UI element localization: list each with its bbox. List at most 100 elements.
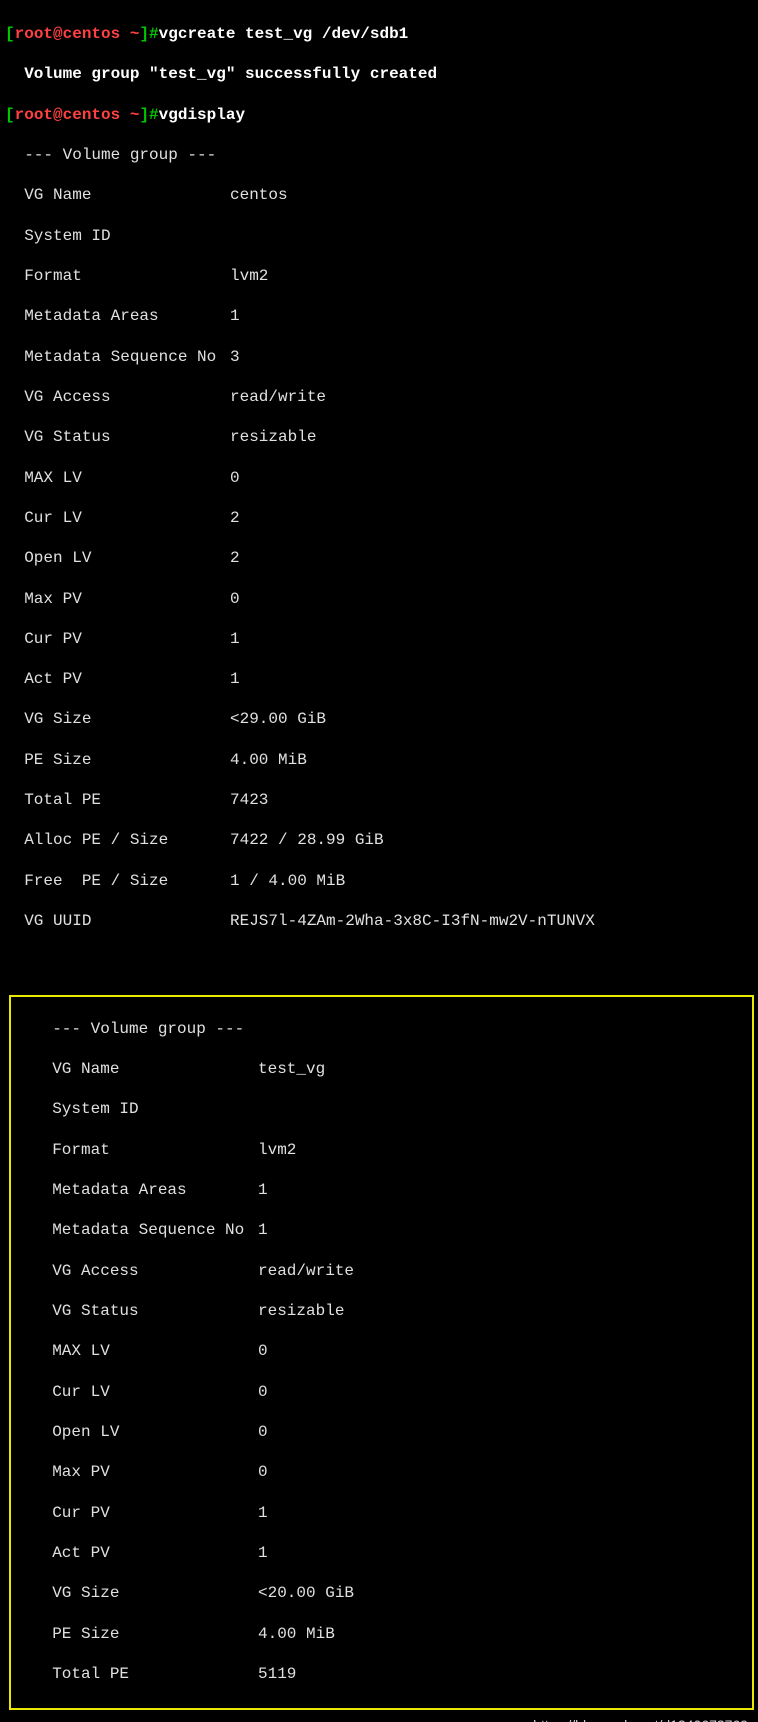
field-value: 2 <box>230 549 240 567</box>
field-label: MAX LV <box>33 1341 258 1361</box>
field-label: VG Name <box>33 1059 258 1079</box>
field-value: 0 <box>258 1463 268 1481</box>
field-label: Cur PV <box>5 629 230 649</box>
vg1-format: Formatlvm2 <box>5 266 758 286</box>
vg2-mdareas: Metadata Areas1 <box>11 1180 752 1200</box>
vg2-curlv: Cur LV0 <box>11 1382 752 1402</box>
vg1-allocpe: Alloc PE / Size7422 / 28.99 GiB <box>5 830 758 850</box>
vg2-mdseq: Metadata Sequence No1 <box>11 1220 752 1240</box>
field-value: 1 / 4.00 MiB <box>230 872 345 890</box>
field-value: 7423 <box>230 791 268 809</box>
field-label: PE Size <box>33 1624 258 1644</box>
field-value: 1 <box>258 1504 268 1522</box>
vg2-totalpe: Total PE5119 <box>11 1664 752 1684</box>
field-label: System ID <box>5 226 230 246</box>
vg1-access: VG Accessread/write <box>5 387 758 407</box>
field-label: Max PV <box>33 1462 258 1482</box>
field-label: Format <box>33 1140 258 1160</box>
vg2-maxpv: Max PV0 <box>11 1462 752 1482</box>
field-label: Open LV <box>33 1422 258 1442</box>
field-label: Free PE / Size <box>5 871 230 891</box>
vg1-totalpe: Total PE7423 <box>5 790 758 810</box>
field-value: read/write <box>258 1262 354 1280</box>
vg2-vgsize: VG Size<20.00 GiB <box>11 1583 752 1603</box>
field-value: 4.00 MiB <box>258 1625 335 1643</box>
vg1-curlv: Cur LV2 <box>5 508 758 528</box>
bracket-close: ]# <box>139 106 158 124</box>
field-value: 1 <box>258 1181 268 1199</box>
success-message: Volume group "test_vg" successfully crea… <box>5 64 758 84</box>
field-value: lvm2 <box>230 267 268 285</box>
field-label: System ID <box>33 1099 258 1119</box>
prompt-line-2: [root@centos ~]#vgdisplay <box>5 105 758 125</box>
vg1-actpv: Act PV1 <box>5 669 758 689</box>
field-value: 0 <box>258 1383 268 1401</box>
blank-line <box>5 951 758 971</box>
bracket-open: [ <box>5 25 15 43</box>
vg2-actpv: Act PV1 <box>11 1543 752 1563</box>
field-value: 0 <box>230 590 240 608</box>
field-label: Act PV <box>5 669 230 689</box>
field-value: resizable <box>258 1302 344 1320</box>
vg2-access: VG Accessread/write <box>11 1261 752 1281</box>
field-label: Total PE <box>33 1664 258 1684</box>
field-label: Max PV <box>5 589 230 609</box>
field-value: 1 <box>258 1221 268 1239</box>
field-label: Open LV <box>5 548 230 568</box>
vg2-sysid: System ID <box>11 1099 752 1119</box>
field-value: 1 <box>230 307 240 325</box>
field-label: Format <box>5 266 230 286</box>
field-value: <29.00 GiB <box>230 710 326 728</box>
vg1-uuid: VG UUIDREJS7l-4ZAm-2Wha-3x8C-I3fN-mw2V-n… <box>5 911 758 931</box>
field-value: 1 <box>230 670 240 688</box>
field-label: VG Status <box>33 1301 258 1321</box>
field-label: VG UUID <box>5 911 230 931</box>
field-value: REJS7l-4ZAm-2Wha-3x8C-I3fN-mw2V-nTUNVX <box>230 912 595 930</box>
field-label: Metadata Sequence No <box>5 347 230 367</box>
user-host: root@centos ~ <box>15 106 140 124</box>
vg1-name: VG Namecentos <box>5 185 758 205</box>
field-value: 1 <box>258 1544 268 1562</box>
vg1-header: --- Volume group --- <box>5 145 758 165</box>
field-value: resizable <box>230 428 316 446</box>
bracket-open: [ <box>5 106 15 124</box>
field-value: 7422 / 28.99 GiB <box>230 831 384 849</box>
prompt-line-1: [root@centos ~]#vgcreate test_vg /dev/sd… <box>5 24 758 44</box>
field-value: <20.00 GiB <box>258 1584 354 1602</box>
vg2-format: Formatlvm2 <box>11 1140 752 1160</box>
field-label: Alloc PE / Size <box>5 830 230 850</box>
field-label: Cur LV <box>33 1382 258 1402</box>
vg1-maxpv: Max PV0 <box>5 589 758 609</box>
vg1-pesize: PE Size4.00 MiB <box>5 750 758 770</box>
field-label: Metadata Sequence No <box>33 1220 258 1240</box>
vg1-status: VG Statusresizable <box>5 427 758 447</box>
field-value: 4.00 MiB <box>230 751 307 769</box>
field-value: lvm2 <box>258 1141 296 1159</box>
vg2-header: --- Volume group --- <box>11 1019 752 1039</box>
field-value: 0 <box>258 1423 268 1441</box>
user-host: root@centos ~ <box>15 25 140 43</box>
vg1-mdareas: Metadata Areas1 <box>5 306 758 326</box>
field-label: MAX LV <box>5 468 230 488</box>
vg1-openlv: Open LV2 <box>5 548 758 568</box>
field-label: Total PE <box>5 790 230 810</box>
field-label: Metadata Areas <box>33 1180 258 1200</box>
field-value: 0 <box>258 1342 268 1360</box>
bracket-close: ]# <box>139 25 158 43</box>
command-text[interactable]: vgcreate test_vg /dev/sdb1 <box>159 25 409 43</box>
vg1-mdseq: Metadata Sequence No3 <box>5 347 758 367</box>
vg1-freepe: Free PE / Size1 / 4.00 MiB <box>5 871 758 891</box>
command-text[interactable]: vgdisplay <box>159 106 245 124</box>
vg2-name: VG Nametest_vg <box>11 1059 752 1079</box>
vg2-pesize: PE Size4.00 MiB <box>11 1624 752 1644</box>
field-label: VG Name <box>5 185 230 205</box>
vg1-vgsize: VG Size<29.00 GiB <box>5 709 758 729</box>
vg1-curpv: Cur PV1 <box>5 629 758 649</box>
vg2-maxlv: MAX LV0 <box>11 1341 752 1361</box>
field-label: VG Size <box>5 709 230 729</box>
highlight-box: --- Volume group --- VG Nametest_vg Syst… <box>9 995 754 1710</box>
field-label: VG Access <box>5 387 230 407</box>
field-value: read/write <box>230 388 326 406</box>
field-value: 0 <box>230 469 240 487</box>
field-value: 2 <box>230 509 240 527</box>
